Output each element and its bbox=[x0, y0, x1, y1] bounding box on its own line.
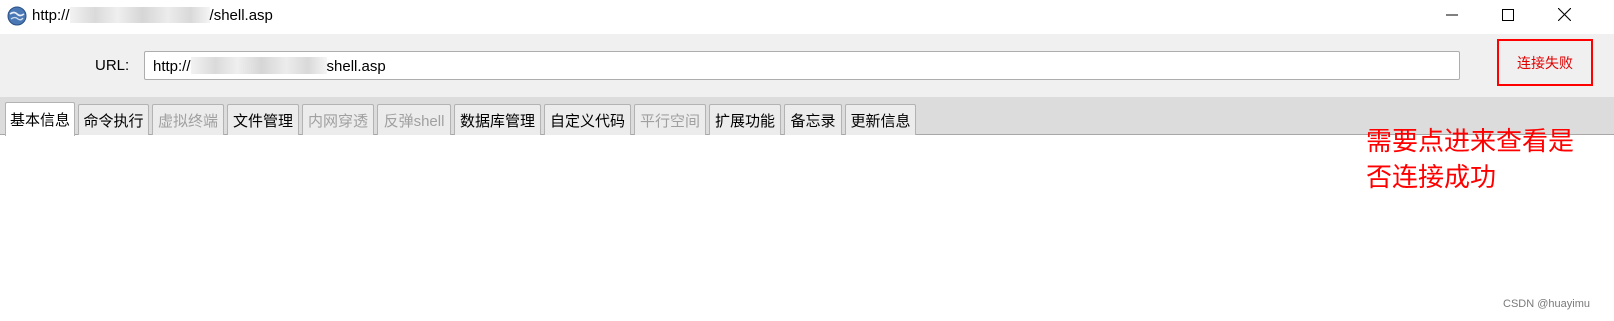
tab-command-exec[interactable]: 命令执行 bbox=[78, 104, 149, 135]
close-button[interactable] bbox=[1536, 0, 1592, 34]
red-annotation-note: 需要点进来查看是否连接成功 bbox=[1366, 126, 1575, 192]
tab-custom-code[interactable]: 自定义代码 bbox=[544, 104, 631, 135]
tab-update-info[interactable]: 更新信息 bbox=[845, 104, 916, 135]
app-globe-icon bbox=[7, 6, 27, 26]
maximize-icon bbox=[1502, 8, 1514, 26]
csdn-watermark: CSDN @huayimu bbox=[1503, 298, 1590, 310]
tab-database-manager[interactable]: 数据库管理 bbox=[454, 104, 541, 135]
tab-file-manager[interactable]: 文件管理 bbox=[227, 104, 299, 135]
window-title-suffix: /shell.asp bbox=[209, 7, 273, 24]
redacted-host-blur bbox=[69, 7, 210, 23]
redacted-url-blur bbox=[190, 57, 327, 74]
url-label: URL: bbox=[95, 57, 130, 74]
window-title-prefix: http:// bbox=[32, 7, 70, 24]
connection-status-label: 连接失败 bbox=[1517, 54, 1573, 71]
url-value: http:// shell.asp bbox=[153, 57, 386, 75]
minimize-icon bbox=[1446, 8, 1458, 26]
title-bar: http:// /shell.asp bbox=[0, 0, 1614, 34]
tab-memo[interactable]: 备忘录 bbox=[784, 104, 842, 135]
url-input[interactable]: http:// shell.asp bbox=[144, 51, 1460, 80]
close-icon bbox=[1557, 7, 1571, 26]
tab-extensions[interactable]: 扩展功能 bbox=[709, 104, 781, 135]
url-value-suffix: shell.asp bbox=[326, 58, 386, 75]
url-bar: URL: http:// shell.asp 连接失败 bbox=[0, 34, 1614, 97]
tab-intranet-tunnel[interactable]: 内网穿透 bbox=[302, 104, 374, 135]
tab-virtual-terminal[interactable]: 虚拟终端 bbox=[152, 104, 224, 135]
minimize-button[interactable] bbox=[1424, 0, 1480, 34]
window-title: http:// /shell.asp bbox=[32, 7, 273, 24]
tab-parallel-space[interactable]: 平行空间 bbox=[634, 104, 706, 135]
maximize-button[interactable] bbox=[1480, 0, 1536, 34]
url-value-prefix: http:// bbox=[153, 58, 191, 75]
connection-status-button[interactable]: 连接失败 bbox=[1497, 39, 1593, 86]
tab-reverse-shell[interactable]: 反弹shell bbox=[377, 104, 451, 135]
tab-basic-info[interactable]: 基本信息 bbox=[5, 102, 75, 136]
